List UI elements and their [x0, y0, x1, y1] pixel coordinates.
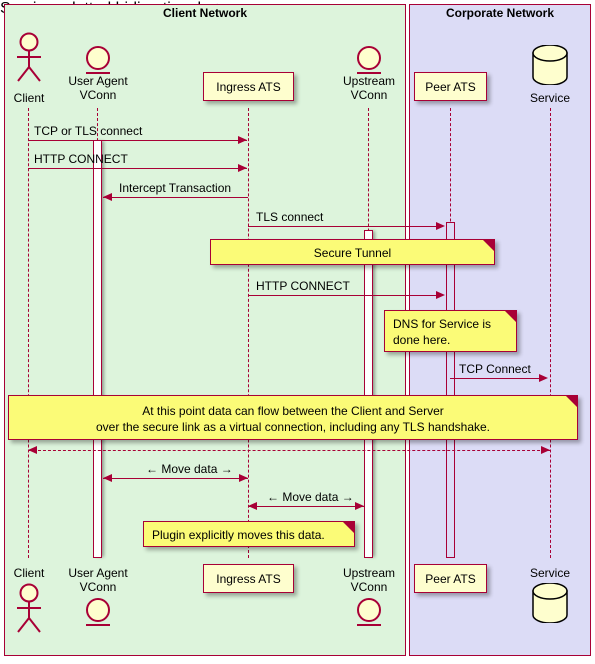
message-arrowhead-m5 [436, 291, 445, 299]
note-fold-icon [505, 311, 516, 331]
sequence-diagram: Client Network Corporate Network Client … [0, 0, 595, 664]
entity-user-agent-vconn-bottom-label-line1: User Agent [68, 566, 128, 580]
database-service-bottom-label: Service [529, 566, 570, 580]
note-plugin: Plugin explicitly moves this data. [143, 521, 355, 547]
note-secure-tunnel-text: Secure Tunnel [313, 246, 392, 260]
entity-user-agent-vconn-bottom [80, 597, 116, 629]
database-service-bottom [531, 582, 569, 624]
database-service-top [531, 44, 569, 86]
message-label-m6: TCP Connect [459, 362, 531, 376]
message-arrowhead-m3 [103, 193, 112, 201]
message-arrowhead-m1 [238, 136, 247, 144]
message-line-m5 [248, 295, 437, 296]
message-arrowhead-m9-left [248, 502, 257, 510]
entity-user-agent-vconn-top-label-line1: User Agent [68, 74, 128, 88]
participant-peer-ats-top-label: Peer ATS [425, 79, 476, 94]
actor-icon [17, 583, 41, 633]
database-service-top-label: Service [529, 91, 570, 105]
actor-icon [17, 32, 41, 82]
message-label-m9: ← Move data → [267, 490, 354, 504]
entity-user-agent-vconn-bottom-label-line2: VConn [79, 580, 117, 594]
participant-ingress-ats-bottom[interactable]: Ingress ATS [203, 564, 294, 593]
message-line-m1 [28, 140, 247, 141]
entity-upstream-vconn-top-label-line1: Upstream [342, 74, 395, 88]
activation-peer-ats [446, 222, 455, 558]
entity-upstream-vconn-bottom-label-line1: Upstream [342, 566, 395, 580]
message-line-m7 [28, 450, 550, 451]
message-arrowhead-m8-left [103, 474, 112, 482]
message-arrowhead-m8-right [239, 474, 248, 482]
note-dns-text: DNS for Service is done here. [393, 317, 492, 347]
participant-ingress-ats-top[interactable]: Ingress ATS [203, 72, 294, 101]
entity-upstream-vconn-bottom [351, 597, 387, 629]
activation-user-agent-vconn [93, 140, 102, 558]
entity-icon [86, 46, 110, 74]
participant-peer-ats-bottom-label: Peer ATS [425, 571, 476, 586]
database-icon [532, 582, 568, 624]
note-plugin-text: Plugin explicitly moves this data. [152, 528, 325, 542]
entity-upstream-vconn-top [351, 45, 387, 77]
message-arrowhead-m7-right [541, 446, 550, 454]
message-arrowhead-m9-right [355, 502, 364, 510]
message-arrowhead-m4 [436, 222, 445, 230]
lifeline-client [28, 108, 29, 558]
message-label-m3: Intercept Transaction [119, 181, 232, 195]
message-arrowhead-m7-left [28, 446, 37, 454]
message-arrowhead-m6 [539, 374, 548, 382]
participant-peer-ats-bottom[interactable]: Peer ATS [414, 564, 487, 593]
message-line-m8 [103, 478, 248, 479]
note-dns: DNS for Service is done here. [384, 310, 517, 352]
message-label-m8: ← Move data → [146, 462, 233, 476]
entity-icon [357, 598, 381, 626]
activation-upstream-vconn [364, 230, 373, 558]
actor-client-bottom [10, 583, 48, 633]
note-secure-tunnel: Secure Tunnel [210, 239, 495, 265]
message-line-m4 [248, 226, 437, 227]
note-data-flow: At this point data can flow between the … [8, 395, 578, 440]
message-line-m2 [28, 168, 247, 169]
participant-peer-ats-top[interactable]: Peer ATS [414, 72, 487, 101]
database-icon [532, 44, 568, 86]
group-client-network-title: Client Network [162, 6, 247, 20]
note-data-flow-text: At this point data can flow between the … [95, 404, 490, 434]
actor-client-top [10, 32, 48, 82]
message-line-m6 [450, 378, 539, 379]
message-line-m3 [103, 197, 248, 198]
lifeline-service [550, 108, 551, 558]
entity-user-agent-vconn-top [80, 45, 116, 77]
entity-user-agent-vconn-top-label-line2: VConn [79, 88, 117, 102]
note-fold-icon [343, 522, 354, 542]
lifeline-ingress-ats [248, 108, 249, 558]
entity-icon [357, 46, 381, 74]
message-label-m4: TLS connect [256, 210, 324, 224]
group-corporate-network-title: Corporate Network [445, 6, 555, 20]
entity-icon [86, 598, 110, 626]
message-label-m1: TCP or TLS connect [34, 124, 143, 138]
entity-upstream-vconn-bottom-label-line2: VConn [350, 580, 388, 594]
actor-client-bottom-label: Client [13, 566, 45, 580]
participant-ingress-ats-bottom-label: Ingress ATS [216, 571, 281, 586]
participant-ingress-ats-top-label: Ingress ATS [216, 79, 281, 94]
message-label-m2: HTTP CONNECT [34, 152, 128, 166]
message-line-m9 [248, 506, 364, 507]
message-arrowhead-m2 [238, 164, 247, 172]
actor-client-top-label: Client [13, 91, 45, 105]
entity-upstream-vconn-top-label-line2: VConn [350, 88, 388, 102]
message-label-m5: HTTP CONNECT [256, 279, 350, 293]
